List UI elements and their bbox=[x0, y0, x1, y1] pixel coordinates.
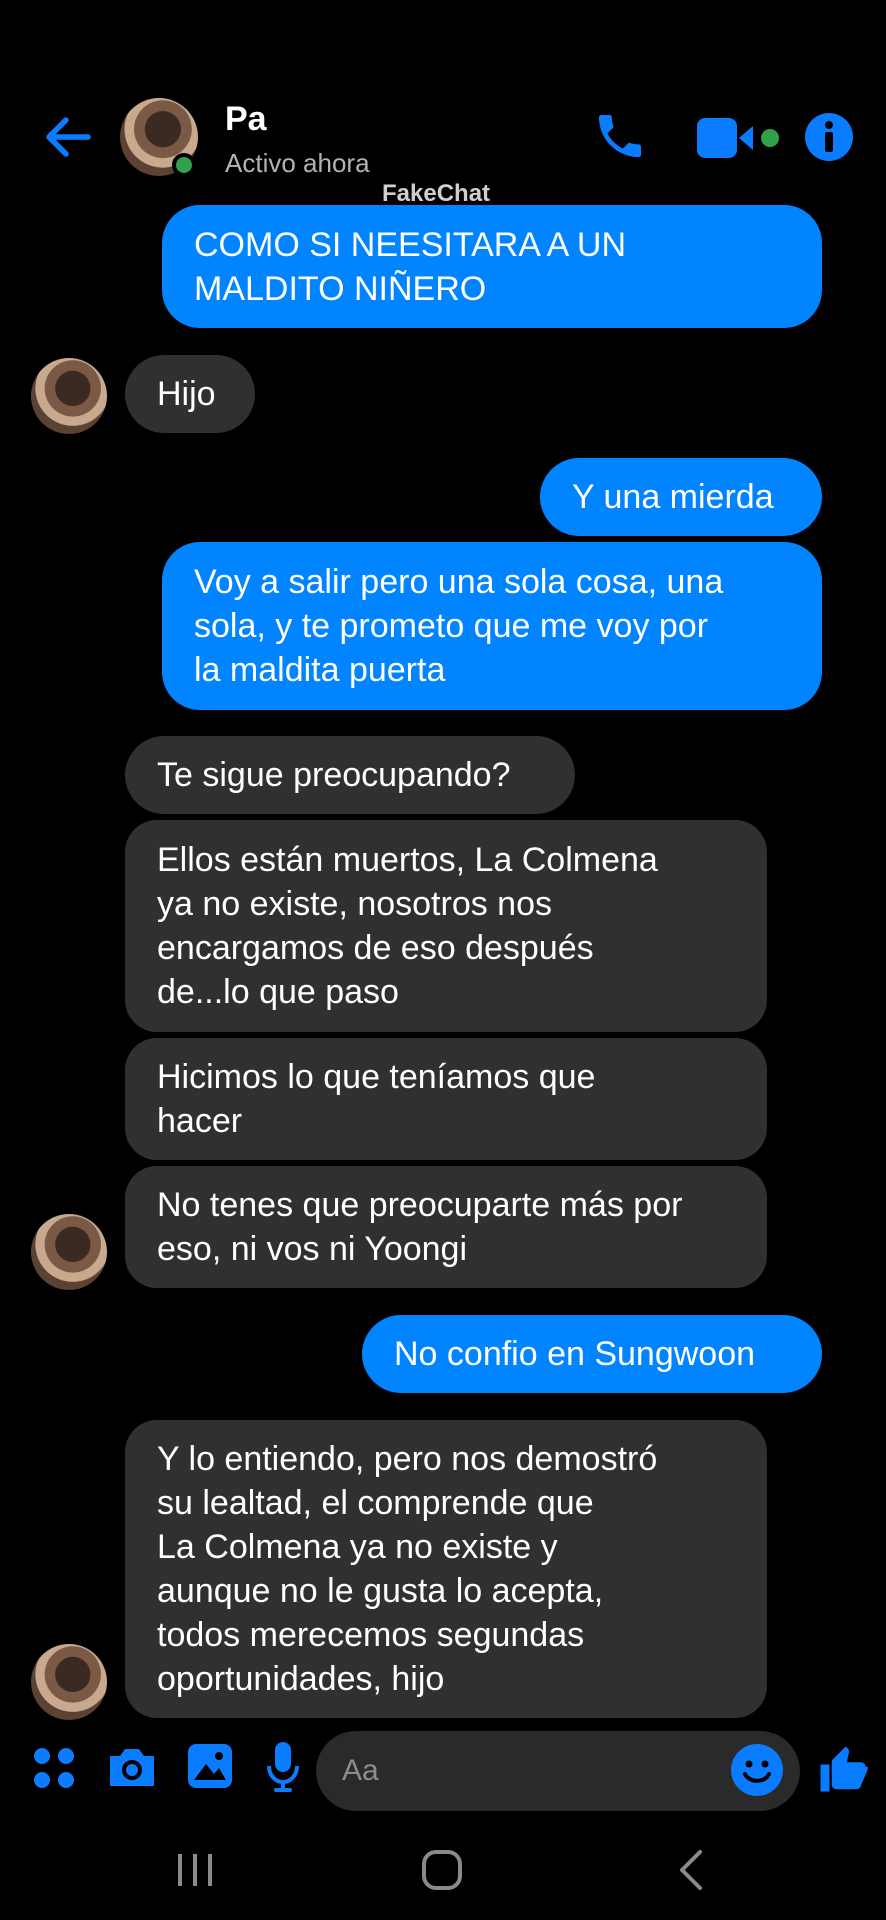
message-bubble-outgoing[interactable]: Voy a salir pero una sola cosa, una sola… bbox=[162, 542, 822, 710]
video-camera-icon[interactable] bbox=[695, 114, 787, 162]
back-icon[interactable] bbox=[672, 1848, 712, 1892]
camera-icon[interactable] bbox=[106, 1744, 158, 1790]
recent-apps-icon[interactable] bbox=[174, 1850, 216, 1890]
back-arrow-icon[interactable] bbox=[40, 110, 94, 164]
contact-avatar-small[interactable] bbox=[31, 1644, 107, 1720]
message-bubble-incoming[interactable]: Hijo bbox=[125, 355, 255, 433]
phone-icon[interactable] bbox=[592, 108, 648, 164]
microphone-icon[interactable] bbox=[264, 1740, 302, 1794]
home-icon[interactable] bbox=[420, 1848, 464, 1892]
watermark-text: FakeChat bbox=[382, 180, 491, 207]
message-input-placeholder: Aa bbox=[342, 1754, 379, 1787]
message-bubble-outgoing[interactable]: Y una mierda bbox=[540, 458, 822, 536]
info-icon[interactable] bbox=[804, 112, 854, 162]
message-bubble-incoming[interactable]: Hicimos lo que teníamos que hacer bbox=[125, 1038, 767, 1160]
message-bubble-outgoing[interactable]: No confio en Sungwoon bbox=[362, 1315, 822, 1393]
contact-avatar-small[interactable] bbox=[31, 1214, 107, 1290]
message-bubble-incoming[interactable]: No tenes que preocuparte más por eso, ni… bbox=[125, 1166, 767, 1288]
system-navigation-bar bbox=[0, 1830, 886, 1920]
message-bubble-incoming[interactable]: Te sigue preocupando? bbox=[125, 736, 575, 814]
gallery-icon[interactable] bbox=[186, 1742, 234, 1790]
message-bubble-incoming[interactable]: Ellos están muertos, La Colmena ya no ex… bbox=[125, 820, 767, 1032]
online-status-indicator bbox=[172, 153, 196, 177]
contact-name[interactable]: Pa bbox=[225, 100, 267, 139]
like-icon[interactable] bbox=[816, 1742, 870, 1796]
message-bubble-outgoing[interactable]: COMO SI NEESITARA A UN MALDITO NIÑERO bbox=[162, 205, 822, 328]
contact-status: Activo ahora bbox=[225, 148, 370, 178]
message-input[interactable]: Aa bbox=[316, 1731, 800, 1811]
message-bubble-incoming[interactable]: Y lo entiendo, pero nos demostró su leal… bbox=[125, 1420, 767, 1718]
contact-avatar-small[interactable] bbox=[31, 358, 107, 434]
chat-header: Pa Activo ahora FakeChat bbox=[0, 0, 886, 207]
apps-icon[interactable] bbox=[32, 1746, 76, 1790]
emoji-icon[interactable] bbox=[730, 1743, 784, 1797]
